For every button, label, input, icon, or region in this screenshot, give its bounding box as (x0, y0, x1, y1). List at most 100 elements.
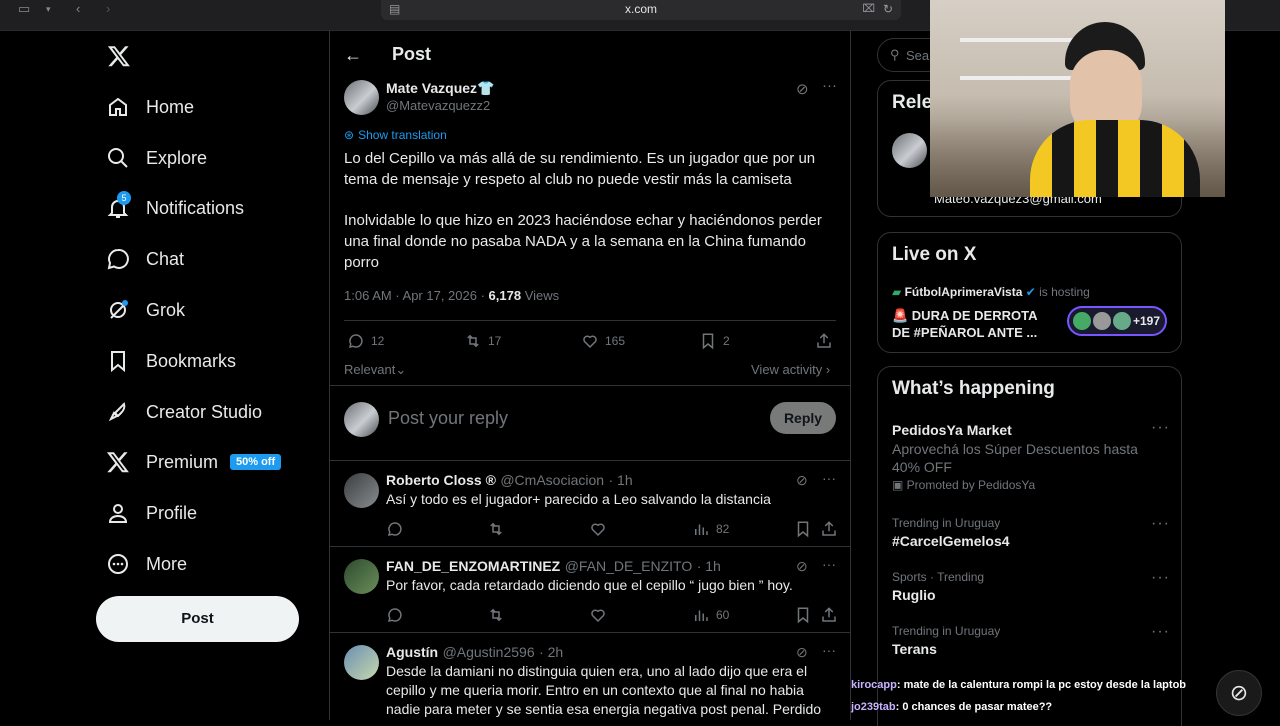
reply-item[interactable]: FAN_DE_ENZOMARTINEZ @FAN_DE_ENZITO · 1h … (330, 547, 850, 633)
forward-icon[interactable]: › (106, 1, 110, 16)
live-event-title[interactable]: 🚨 DURA DE DERROTA DE #PEÑAROL ANTE ... (892, 307, 1052, 341)
tweet-timestamp[interactable]: 1:06 AM · Apr 17, 2026 · 6,178 Views (344, 288, 559, 303)
like-action[interactable]: 165 (581, 332, 625, 350)
views-action[interactable]: 82 (692, 520, 729, 538)
bookmark-action[interactable] (794, 606, 818, 624)
reply-author[interactable]: Agustín (386, 644, 438, 660)
more-options-icon[interactable]: ··· (822, 470, 836, 486)
grok-icon[interactable]: ⊘ (796, 644, 808, 661)
nav-chat[interactable]: Chat (104, 237, 184, 281)
x-logo-icon[interactable] (106, 44, 132, 73)
live-listeners[interactable]: +197 (1067, 306, 1167, 336)
nav-creator-studio[interactable]: Creator Studio (104, 390, 262, 434)
rocket-icon (104, 398, 132, 426)
nav-profile[interactable]: Profile (104, 491, 197, 535)
nav-explore[interactable]: Explore (104, 136, 207, 180)
view-activity-link[interactable]: View activity › (751, 362, 830, 377)
promoted-trend[interactable]: PedidosYa Market Aprovechá los Súper Des… (892, 422, 1162, 492)
reply-time[interactable]: · 1h (697, 558, 721, 574)
reply-handle[interactable]: @Agustin2596 (443, 644, 535, 660)
share-action[interactable] (820, 606, 844, 624)
nav-bookmarks[interactable]: Bookmarks (104, 339, 236, 383)
reply-time[interactable]: · 2h (539, 644, 563, 660)
share-icon (822, 607, 836, 622)
author-name[interactable]: Mate Vazquez👕 (386, 80, 494, 97)
notification-badge: 5 (117, 191, 131, 205)
repost-icon (490, 608, 502, 622)
avatar[interactable] (892, 133, 927, 168)
bookmark-action[interactable]: 2 (699, 332, 730, 350)
trend-item[interactable]: Sports · Trending Ruglio (892, 570, 984, 603)
search-icon (104, 144, 132, 172)
share-action[interactable] (815, 332, 839, 350)
tweet-text-2: Inolvidable lo que hizo en 2023 haciéndo… (344, 212, 822, 271)
more-options-icon[interactable]: ··· (822, 77, 837, 94)
avatar[interactable] (344, 80, 379, 115)
shelf (960, 38, 1080, 42)
nav-home[interactable]: Home (104, 85, 194, 129)
back-arrow-icon[interactable]: ← (344, 45, 362, 66)
repost-icon (467, 334, 479, 348)
like-action[interactable] (589, 520, 613, 538)
listener-avatar (1073, 312, 1091, 330)
show-translation-link[interactable]: ⊛ Show translation (344, 128, 447, 142)
more-options-icon[interactable]: ··· (1151, 515, 1170, 533)
translation-label: Show translation (358, 128, 447, 142)
search-icon: ⚲ (890, 47, 900, 62)
reply-handle[interactable]: @CmAsociacion (500, 472, 604, 488)
grok-icon[interactable]: ⊘ (796, 472, 808, 489)
sidebar-toggle-icon[interactable]: ▭ (18, 1, 30, 17)
bookmark-action[interactable] (794, 520, 818, 538)
nav-more[interactable]: More (104, 542, 187, 586)
reply-action[interactable] (386, 520, 410, 538)
trend-name: Ruglio (892, 587, 936, 603)
post-button[interactable]: Post (96, 596, 299, 642)
reply-input[interactable]: Post your reply (388, 408, 508, 429)
live-host[interactable]: ▰ FútbolAprimeraVista ✔ is hosting (892, 285, 1090, 299)
share-action[interactable] (820, 520, 844, 538)
reply-handle[interactable]: @FAN_DE_ENZITO (565, 558, 693, 574)
more-options-icon[interactable]: ··· (1151, 569, 1170, 587)
chevron-down-icon[interactable]: ▾ (46, 4, 51, 15)
repost-action[interactable] (487, 606, 511, 624)
views-action[interactable]: 60 (692, 606, 729, 624)
more-options-icon[interactable]: ··· (1151, 623, 1170, 641)
more-options-icon[interactable]: ··· (822, 556, 836, 572)
avatar[interactable] (344, 473, 379, 508)
grok-icon[interactable]: ⊘ (796, 80, 809, 98)
reply-author[interactable]: Roberto Closs ® (386, 472, 496, 488)
grok-float-button[interactable]: ⊘ (1216, 670, 1262, 716)
author-handle[interactable]: @Matevazquezz2 (386, 98, 490, 113)
more-options-icon[interactable]: ··· (1151, 419, 1170, 437)
repost-action[interactable]: 17 (464, 332, 501, 350)
trend-item[interactable]: Trending in Uruguay Terans (892, 624, 1000, 657)
nav-premium[interactable]: Premium 50% off (104, 440, 282, 484)
trend-item[interactable]: Trending in Uruguay #CarcelGemelos4 (892, 516, 1010, 549)
reload-icon[interactable]: ↻ (883, 0, 893, 18)
reply-author[interactable]: FAN_DE_ENZOMARTINEZ (386, 558, 560, 574)
reply-item[interactable]: Roberto Closs ® @CmAsociacion · 1h Así y… (330, 461, 850, 547)
reply-button[interactable]: Reply (770, 402, 836, 434)
tweet-text-1: Lo del Cepillo va más allá de su rendimi… (344, 150, 816, 188)
reply-action[interactable]: 12 (347, 332, 384, 350)
view-count: 82 (716, 522, 730, 536)
reply-action[interactable] (386, 606, 410, 624)
avatar[interactable] (344, 559, 379, 594)
address-bar[interactable]: ▤ x.com ⌧ ↻ (381, 0, 901, 20)
reply-time[interactable]: · 1h (608, 472, 632, 488)
repost-action[interactable] (487, 520, 511, 538)
avatar[interactable] (344, 645, 379, 680)
more-options-icon[interactable]: ··· (822, 642, 836, 658)
sort-dropdown[interactable]: Relevant⌄ (344, 362, 406, 378)
share-icon (817, 333, 831, 348)
nav-notifications[interactable]: 5 Notifications (104, 186, 244, 230)
grok-icon[interactable]: ⊘ (796, 558, 808, 575)
translate-icon[interactable]: ⌧ (862, 0, 875, 18)
like-action[interactable] (589, 606, 613, 624)
nav-grok[interactable]: Grok (104, 288, 185, 332)
back-icon[interactable]: ‹ (76, 1, 80, 16)
reply-icon (348, 334, 363, 349)
reply-item[interactable]: Agustín @Agustin2596 · 2h Desde la damia… (330, 633, 850, 720)
author-emoji: 👕 (477, 80, 495, 96)
view-activity-label: View activity (751, 362, 823, 377)
